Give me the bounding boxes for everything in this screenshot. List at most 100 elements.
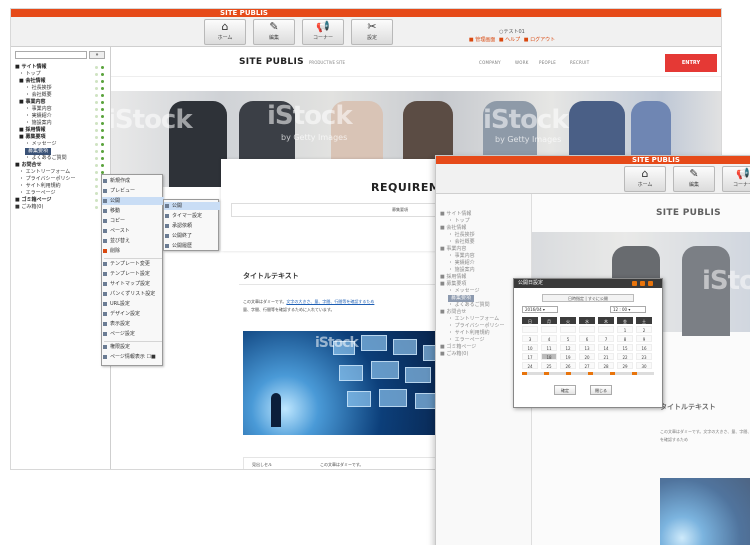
calendar-day[interactable]: 4 (541, 335, 557, 342)
calendar-day[interactable]: 26 (560, 362, 576, 369)
submenu-item[interactable]: 公開終了 (164, 232, 220, 240)
time-slider[interactable] (522, 372, 654, 375)
tree-item[interactable]: ・ 会社概要 (11, 92, 111, 99)
context-menu-item[interactable]: ペースト (102, 227, 164, 235)
tree-item[interactable]: ・ メッセージ (11, 141, 111, 148)
calendar-day[interactable]: 19 (560, 353, 576, 360)
submenu-item[interactable]: 公開 (164, 202, 220, 210)
calendar-day[interactable]: 11 (541, 344, 557, 351)
calendar-day[interactable]: 7 (598, 335, 614, 342)
context-menu-item[interactable]: URL設定 (102, 300, 164, 308)
context-menu-item[interactable]: 移動 (102, 207, 164, 215)
context-menu-item[interactable]: プレビュー (102, 187, 164, 195)
site-logo[interactable]: SITE PUBLIS (239, 57, 304, 67)
time-select[interactable]: 12 : 00 ▾ (610, 306, 646, 313)
logout-link[interactable]: ■ ログアウト (524, 37, 555, 43)
tree-item[interactable]: 募集要項 (11, 148, 111, 155)
calendar-day[interactable]: 5 (560, 335, 576, 342)
close-button[interactable]: 閉じる (590, 385, 612, 395)
tree-item[interactable]: ・ 実績紹介 (11, 113, 111, 120)
tree-search-button[interactable]: » (89, 51, 105, 59)
calendar-day[interactable]: 27 (579, 362, 595, 369)
tree-item[interactable]: ・ よくあるご質問 (11, 155, 111, 162)
calendar-day[interactable]: 29 (617, 362, 633, 369)
tree-item[interactable]: ・ 実績紹介 (436, 260, 532, 267)
calendar-day[interactable]: 9 (636, 335, 652, 342)
context-menu-item[interactable]: 表示設定 (102, 320, 164, 328)
context-menu-item[interactable]: ページ情報表示 ☐■ (102, 353, 164, 361)
context-menu-item[interactable]: 新規作成 (102, 177, 164, 185)
entry-button[interactable]: ENTRY (665, 54, 717, 72)
context-menu-item[interactable]: サイトマップ設定 (102, 280, 164, 288)
context-menu-item[interactable]: 権限設定 (102, 343, 164, 351)
calendar-day[interactable]: 24 (522, 362, 538, 369)
maximize-icon[interactable] (640, 281, 645, 286)
tree-item[interactable]: ■ サイト情報 (11, 64, 111, 71)
tree-item[interactable]: ■ 会社情報 (436, 225, 532, 232)
tree-item[interactable]: ・ トップ (436, 218, 532, 225)
tree-item[interactable]: ■ ゴミ箱ページ (11, 197, 111, 204)
submenu-item[interactable]: 承認依頼 (164, 222, 220, 230)
calendar-day[interactable]: 13 (579, 344, 595, 351)
calendar-day[interactable]: 8 (617, 335, 633, 342)
tree-item[interactable]: ・ 事業内容 (11, 106, 111, 113)
tree-item[interactable]: ・ 施設案内 (11, 120, 111, 127)
help-icon[interactable] (632, 281, 637, 286)
calendar-day[interactable]: 15 (617, 344, 633, 351)
calendar-day[interactable]: 30 (636, 362, 652, 369)
nav-company[interactable]: COMPANY (479, 60, 501, 65)
home-button[interactable]: ⌂ ホーム (204, 19, 246, 45)
confirm-button[interactable]: 確定 (554, 385, 576, 395)
calendar-day[interactable]: 2 (636, 326, 652, 333)
context-menu-item[interactable]: 公開 (102, 197, 164, 205)
nav-work[interactable]: WORK (515, 60, 529, 65)
context-menu-item[interactable]: 削除 (102, 247, 164, 255)
context-menu-item[interactable]: デザイン設定 (102, 310, 164, 318)
tree-search-input[interactable] (15, 51, 87, 59)
calendar-day[interactable]: 3 (522, 335, 538, 342)
submenu-item[interactable]: タイマー設定 (164, 212, 220, 220)
context-menu-item[interactable]: コピー (102, 217, 164, 225)
calendar-day[interactable]: 12 (560, 344, 576, 351)
tree-item[interactable]: ・ 社長挨拶 (436, 232, 532, 239)
corner-button[interactable]: 📢 コーナー (722, 166, 750, 192)
calendar-day[interactable]: 21 (598, 353, 614, 360)
calendar-day[interactable]: 20 (579, 353, 595, 360)
calendar-day[interactable]: 28 (598, 362, 614, 369)
tree-item[interactable]: ■ 採用情報 (11, 127, 111, 134)
calendar-day[interactable]: 18 (541, 353, 557, 360)
context-menu-item[interactable]: テンプレート変更 (102, 260, 164, 268)
site-logo[interactable]: SITE PUBLIS (656, 208, 721, 218)
calendar-day[interactable]: 23 (636, 353, 652, 360)
tree-item[interactable]: ■ サイト情報 (436, 211, 532, 218)
tree-item[interactable]: ■ お問合せ (11, 162, 111, 169)
tree-item[interactable]: ■ 事業内容 (11, 99, 111, 106)
tree-item[interactable]: ・ 事業内容 (436, 253, 532, 260)
submenu-item[interactable]: 公開履歴 (164, 242, 220, 250)
tree-item[interactable]: ・ 会社概要 (436, 239, 532, 246)
close-icon[interactable] (648, 281, 653, 286)
context-menu-item[interactable]: ページ設定 (102, 330, 164, 338)
tree-item[interactable]: ■ 募集要項 (11, 134, 111, 141)
calendar-day[interactable]: 22 (617, 353, 633, 360)
calendar-day[interactable]: 25 (541, 362, 557, 369)
context-menu-item[interactable]: 並び替え (102, 237, 164, 245)
tree-item[interactable]: ■ ごみ箱(0) (11, 204, 111, 211)
calendar-day[interactable]: 16 (636, 344, 652, 351)
admin-link[interactable]: ■ 管理画面 (469, 37, 495, 43)
context-menu-item[interactable]: テンプレート設定 (102, 270, 164, 278)
context-menu-item[interactable]: パンくずリスト設定 (102, 290, 164, 298)
calendar-day[interactable]: 17 (522, 353, 538, 360)
content-text-link[interactable]: 文字の大きさ、量、字間、行間等を確認するため (286, 299, 374, 304)
tree-item[interactable]: ・ 社長挨拶 (11, 85, 111, 92)
tree-item[interactable]: ・ プライバシーポリシー (11, 176, 111, 183)
nav-recruit[interactable]: RECRUIT (570, 60, 590, 65)
tree-item[interactable]: ・ エントリーフォーム (11, 169, 111, 176)
tree-item[interactable]: ・ エラーページ (11, 190, 111, 197)
help-link[interactable]: ■ ヘルプ (499, 37, 520, 43)
publish-mode-tabs[interactable]: 日時指定 | すぐに公開 (542, 294, 634, 302)
nav-people[interactable]: PEOPLE (539, 60, 556, 65)
calendar-day[interactable]: 1 (617, 326, 633, 333)
calendar-day[interactable]: 10 (522, 344, 538, 351)
edit-button[interactable]: ✎ 編集 (253, 19, 295, 45)
